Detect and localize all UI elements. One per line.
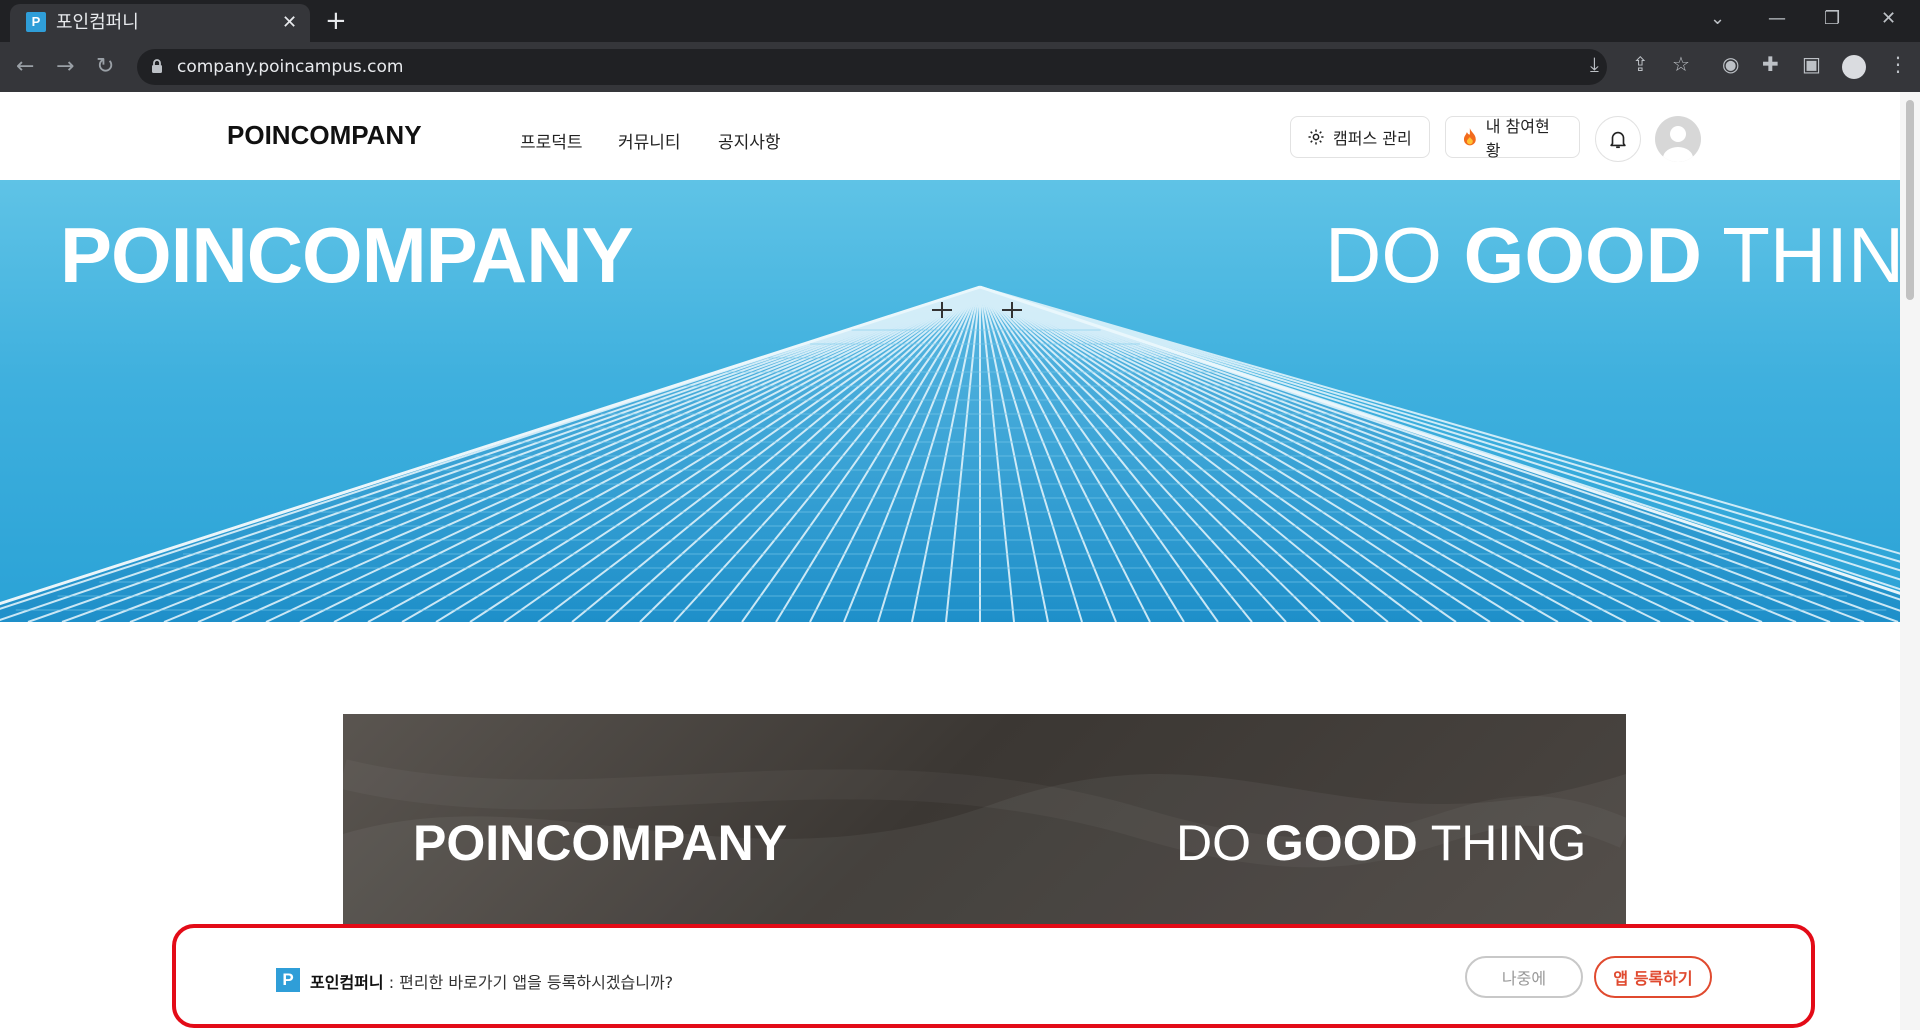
hero-slogan-do: DO	[1325, 211, 1464, 299]
share-icon[interactable]: ⇪	[1632, 52, 1649, 76]
menu-icon[interactable]: ⋮	[1888, 52, 1908, 76]
nav-community[interactable]: 커뮤니티	[618, 128, 681, 153]
tab-close-icon[interactable]: ✕	[282, 12, 297, 34]
lock-icon	[152, 59, 162, 73]
hero-slogan: DO GOOD THING	[1325, 210, 1900, 301]
window-close-icon[interactable]: ✕	[1881, 8, 1896, 30]
banner-slogan-thing: THING	[1417, 815, 1587, 871]
bell-icon	[1610, 131, 1626, 149]
poin-logo-icon: P	[276, 968, 300, 992]
browser-tab-bar: P 포인컴퍼니 ✕ + ⌄ — ❐ ✕	[0, 0, 1920, 42]
hero-banner: POINCOMPANY DO GOOD THING	[0, 180, 1900, 622]
nav-notice[interactable]: 공지사항	[718, 128, 781, 153]
banner-slogan: DO GOOD THING	[1176, 814, 1586, 872]
favicon-icon: P	[26, 12, 46, 32]
banner-slogan-do: DO	[1176, 815, 1265, 871]
address-bar[interactable]: company.poincampus.com	[137, 49, 1607, 85]
browser-tab[interactable]: P 포인컴퍼니 ✕	[10, 4, 310, 42]
my-participation-button[interactable]: 내 참여현황	[1445, 116, 1580, 160]
hero-slogan-good: GOOD	[1463, 211, 1703, 299]
reload-icon[interactable]: ↻	[96, 54, 114, 80]
gear-icon	[1308, 129, 1324, 145]
camera-icon[interactable]: ◉	[1722, 52, 1739, 76]
tab-title: 포인컴퍼니	[56, 12, 139, 33]
later-button[interactable]: 나중에	[1465, 956, 1583, 998]
install-prompt-text: : 편리한 바로가기 앱을 등록하시겠습니까?	[383, 973, 674, 992]
install-app-prompt: P 포인컴퍼니 : 편리한 바로가기 앱을 등록하시겠습니까? 나중에 앱 등록…	[172, 924, 1815, 1028]
campus-manage-button[interactable]: 캠퍼스 관리	[1290, 116, 1430, 158]
promo-banner[interactable]: POINCOMPANY DO GOOD THING	[343, 714, 1626, 924]
banner-slogan-good: GOOD	[1264, 815, 1418, 871]
site-logo[interactable]: POINCOMPANY	[227, 120, 422, 151]
campus-manage-label: 캠퍼스 관리	[1333, 129, 1412, 148]
hero-slogan-thing: THING	[1722, 211, 1900, 299]
minimize-icon[interactable]: —	[1768, 8, 1786, 30]
scrollbar-thumb[interactable]	[1906, 100, 1914, 300]
fire-icon	[1463, 128, 1476, 146]
site-header: POINCOMPANY 프로덕트 커뮤니티 공지사항 캠퍼스 관리 내 참여현황	[0, 92, 1900, 181]
sidepanel-icon[interactable]: ▣	[1802, 52, 1821, 76]
restore-icon[interactable]: ❐	[1824, 8, 1840, 30]
notification-button[interactable]	[1595, 116, 1641, 162]
user-avatar[interactable]	[1655, 116, 1701, 162]
new-tab-icon[interactable]: +	[325, 7, 347, 35]
banner-title: POINCOMPANY	[413, 815, 788, 871]
back-icon[interactable]: ←	[16, 54, 34, 80]
extensions-icon[interactable]: ✚	[1762, 52, 1779, 76]
install-prompt-message: 포인컴퍼니 : 편리한 바로가기 앱을 등록하시겠습니까?	[310, 969, 673, 993]
profile-icon[interactable]	[1842, 55, 1866, 79]
browser-toolbar: ← → ↻ company.poincampus.com ⤓ ⇪ ☆ ◉ ✚ ▣…	[0, 42, 1920, 92]
install-app-button[interactable]: 앱 등록하기	[1594, 956, 1712, 998]
avatar-icon	[1663, 126, 1693, 162]
forward-icon[interactable]: →	[56, 54, 74, 80]
nav-product[interactable]: 프로덕트	[520, 128, 583, 153]
tab-search-icon[interactable]: ⌄	[1710, 8, 1725, 30]
install-icon[interactable]: ⤓	[1590, 52, 1599, 76]
bookmark-star-icon[interactable]: ☆	[1672, 52, 1690, 76]
hero-title: POINCOMPANY	[60, 211, 634, 299]
my-participation-label: 내 참여현황	[1485, 117, 1550, 160]
install-prompt-app-name: 포인컴퍼니	[310, 973, 384, 992]
url-text: company.poincampus.com	[177, 57, 404, 77]
